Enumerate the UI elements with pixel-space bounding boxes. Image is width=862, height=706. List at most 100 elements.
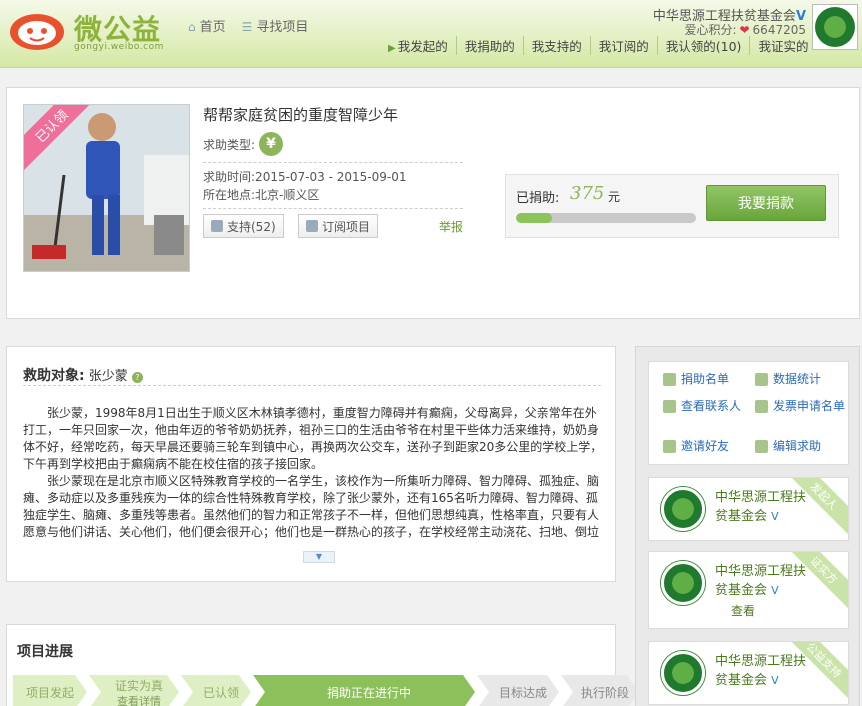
org-name-text: 中华思源工程扶贫基金会 bbox=[715, 564, 807, 598]
help-time-label: 求助时间 bbox=[203, 170, 252, 184]
project-tools: 捐助名单 数据统计 查看联系人 发票申请名单 邀请好友 编辑求助 bbox=[648, 361, 849, 465]
statistics-link[interactable]: 数据统计 bbox=[755, 372, 821, 387]
org-logo-icon bbox=[661, 487, 705, 531]
heart-icon: ❤ bbox=[739, 23, 750, 37]
donated-amount: 375 bbox=[570, 183, 605, 204]
nav-home[interactable]: ⌂ 首页 bbox=[188, 16, 226, 35]
recipient-label: 救助对象: bbox=[23, 368, 85, 384]
sub-nav-supported[interactable]: 我支持的 bbox=[522, 36, 590, 55]
step-claimed: 已认领 bbox=[181, 675, 251, 706]
user-sub-nav: ▶ 我发起的 我捐助的 我支持的 我订阅的 我认领的(10) 我证实的 bbox=[388, 36, 816, 55]
invite-icon bbox=[663, 440, 676, 453]
subscribe-button[interactable]: 订阅项目 bbox=[298, 214, 379, 238]
recipient-heading: 救助对象: 张少蒙 ? bbox=[23, 365, 143, 385]
tool-label: 查看联系人 bbox=[681, 399, 742, 413]
score-value: 6647205 bbox=[752, 23, 806, 37]
donate-button[interactable]: 我要捐款 bbox=[706, 185, 826, 221]
divider bbox=[203, 162, 463, 163]
step-sub-link[interactable]: 查看详情 bbox=[117, 693, 161, 706]
tool-label: 邀请好友 bbox=[681, 439, 730, 453]
yen-icon: ¥ bbox=[259, 132, 284, 156]
org-name[interactable]: 中华思源工程扶贫基金会 V bbox=[715, 652, 815, 690]
org-name-text: 中华思源工程扶贫基金会 bbox=[715, 490, 807, 524]
contacts-link[interactable]: 查看联系人 bbox=[663, 399, 741, 414]
thumb-icon bbox=[211, 220, 223, 232]
verified-v-icon: V bbox=[771, 674, 779, 687]
help-location-value: :北京-顺义区 bbox=[251, 188, 320, 202]
divider bbox=[203, 208, 463, 209]
donation-list-link[interactable]: 捐助名单 bbox=[663, 372, 729, 387]
project-card: 已认领 帮帮家庭贫困的重度智障少年 求助类型: ¥ 求助时间:2015-07-0… bbox=[6, 87, 860, 319]
progress-title: 项目进展 bbox=[17, 644, 73, 660]
sub-nav-donated[interactable]: 我捐助的 bbox=[455, 36, 523, 55]
sub-nav-verified[interactable]: 我证实的 bbox=[749, 36, 816, 55]
help-type: 求助类型: ¥ bbox=[203, 132, 284, 156]
tool-label: 发票申请名单 bbox=[773, 399, 846, 413]
project-progress-panel: 项目进展 项目发起 证实为真 查看详情 已认领 捐助正在进行中 目标达成 执行阶… bbox=[6, 624, 616, 706]
right-sidebar: 捐助名单 数据统计 查看联系人 发票申请名单 邀请好友 编辑求助 中华思源工程扶… bbox=[635, 346, 860, 706]
help-question-icon[interactable]: ? bbox=[131, 372, 143, 383]
help-time: 求助时间:2015-07-03 - 2015-09-01 bbox=[203, 168, 407, 185]
score-label: 爱心积分: bbox=[684, 23, 737, 37]
description-paragraph: 张少蒙，1998年8月1日出生于顺义区木林镇孝德村，重度智力障碍并有癫痫，父母离… bbox=[23, 406, 603, 471]
recipient-detail-panel: 救助对象: 张少蒙 ? 张少蒙，1998年8月1日出生于顺义区木林镇孝德村，重度… bbox=[6, 346, 616, 582]
sub-nav-subscribed[interactable]: 我订阅的 bbox=[589, 36, 657, 55]
subscribe-label: 订阅项目 bbox=[322, 219, 371, 234]
sub-nav-initiated-label: 我发起的 bbox=[397, 39, 448, 54]
org-logo-icon bbox=[661, 651, 705, 695]
edit-request-link[interactable]: 编辑求助 bbox=[755, 439, 821, 454]
step-label: 证实为真 bbox=[114, 679, 163, 693]
step-label: 捐助正在进行中 bbox=[326, 685, 411, 700]
donation-progress-fill bbox=[516, 213, 552, 223]
initiator-card[interactable]: 中华思源工程扶贫基金会 V 发起人 bbox=[648, 477, 849, 541]
support-label: 支持(52) bbox=[227, 219, 276, 234]
invoice-list-link[interactable]: 发票申请名单 bbox=[755, 399, 847, 414]
weibo-gongyi-logo[interactable]: 微公益 gongyi.weibo.com bbox=[8, 6, 178, 54]
supporter-card[interactable]: 中华思源工程扶贫基金会 V 公益支持 bbox=[648, 641, 849, 705]
tool-label: 编辑求助 bbox=[773, 439, 822, 453]
step-label: 项目发起 bbox=[25, 685, 74, 700]
expand-chevron-icon[interactable]: ▼ bbox=[303, 551, 335, 563]
donation-box: 已捐助: 375 元 我要捐款 bbox=[505, 174, 839, 238]
description-paragraph: 张少蒙现在是北京市顺义区特殊教育学校的一名学生，该校作为一所集听力障碍、智力障碍… bbox=[23, 474, 600, 539]
donation-progress-bar bbox=[516, 213, 696, 223]
view-verification-link[interactable]: 查看 bbox=[731, 602, 755, 619]
report-link[interactable]: 举报 bbox=[439, 218, 463, 235]
rss-icon bbox=[306, 220, 318, 232]
step-goal-reached: 目标达成 bbox=[477, 675, 559, 706]
org-name[interactable]: 中华思源工程扶贫基金会 V bbox=[715, 562, 815, 600]
step-label: 目标达成 bbox=[498, 685, 547, 700]
org-logo-icon bbox=[661, 561, 705, 605]
step-donating: 捐助正在进行中 bbox=[253, 675, 475, 706]
chart-icon bbox=[755, 373, 768, 386]
verified-v-icon: V bbox=[771, 510, 779, 523]
donated-label: 已捐助: bbox=[516, 191, 560, 206]
sub-nav-initiated[interactable]: ▶ 我发起的 bbox=[388, 36, 456, 55]
help-type-label: 求助类型: bbox=[203, 137, 256, 152]
verified-v-icon: V bbox=[771, 584, 779, 597]
project-title: 帮帮家庭贫困的重度智障少年 bbox=[203, 106, 399, 124]
invite-friends-link[interactable]: 邀请好友 bbox=[663, 439, 729, 454]
project-photo[interactable]: 已认领 bbox=[23, 104, 190, 272]
list-icon: ☰ bbox=[241, 20, 253, 34]
progress-steps: 项目发起 证实为真 查看详情 已认领 捐助正在进行中 目标达成 执行阶段 bbox=[13, 675, 641, 706]
nav-find-project[interactable]: ☰ 寻找项目 bbox=[242, 16, 309, 35]
step-label: 执行阶段 bbox=[580, 685, 629, 700]
help-time-value: :2015-07-03 - 2015-09-01 bbox=[251, 170, 407, 184]
support-button[interactable]: 支持(52) bbox=[203, 214, 284, 238]
nav-find-label: 寻找项目 bbox=[256, 20, 309, 35]
donated-unit: 元 bbox=[608, 190, 621, 204]
top-header: 微公益 gongyi.weibo.com ⌂ 首页 ☰ 寻找项目 中华思源工程扶贫基… bbox=[0, 0, 862, 68]
step-verified[interactable]: 证实为真 查看详情 bbox=[89, 675, 179, 706]
play-icon: ▶ bbox=[388, 43, 396, 54]
contact-icon bbox=[663, 400, 676, 413]
logo-icon bbox=[10, 14, 64, 50]
org-logo-icon bbox=[815, 7, 855, 47]
main-nav: ⌂ 首页 ☰ 寻找项目 bbox=[188, 16, 308, 35]
sub-nav-claimed[interactable]: 我认领的(10) bbox=[656, 36, 750, 55]
user-avatar[interactable] bbox=[812, 4, 858, 50]
help-location-label: 所在地点 bbox=[203, 188, 252, 202]
tool-label: 数据统计 bbox=[773, 372, 822, 386]
verifier-card[interactable]: 中华思源工程扶贫基金会 V 查看 证实方 bbox=[648, 551, 849, 629]
org-name[interactable]: 中华思源工程扶贫基金会 V bbox=[715, 488, 815, 526]
